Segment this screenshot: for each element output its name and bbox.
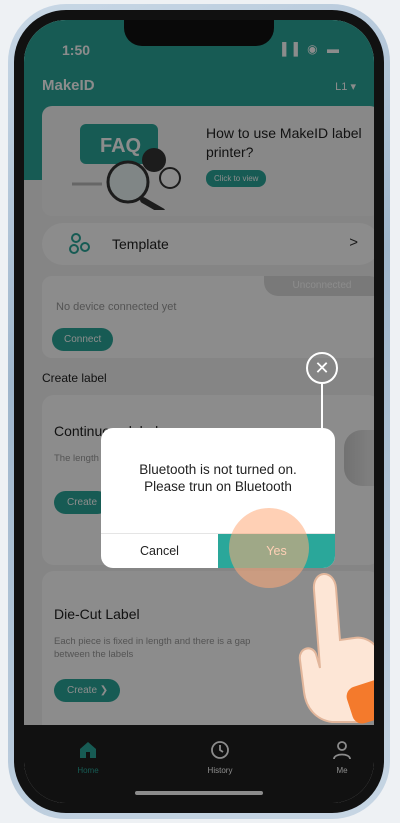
phone-frame: 1:50 ▐▐ ◉ ▬ MakeID L1 ▾ FAQ How to use M… [8, 4, 390, 819]
phone-bezel: 1:50 ▐▐ ◉ ▬ MakeID L1 ▾ FAQ How to use M… [14, 10, 384, 813]
dialog-message-line1: Bluetooth is not turned on. [139, 462, 297, 477]
app-screen: 1:50 ▐▐ ◉ ▬ MakeID L1 ▾ FAQ How to use M… [24, 20, 374, 803]
pointing-hand-icon [298, 573, 374, 724]
close-icon[interactable]: ✕ [306, 352, 338, 384]
dialog-message: Bluetooth is not turned on. Please trun … [101, 461, 335, 495]
dialog-message-line2: Please trun on Bluetooth [144, 479, 292, 494]
cancel-button[interactable]: Cancel [101, 534, 218, 568]
